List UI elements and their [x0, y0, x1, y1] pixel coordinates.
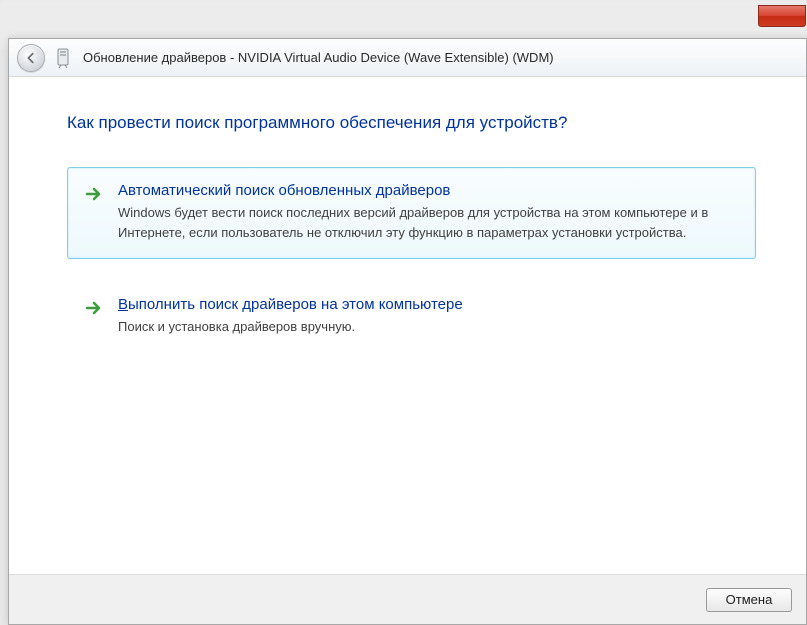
- arrow-right-icon: [84, 298, 104, 318]
- titlebar: Обновление драйверов - NVIDIA Virtual Au…: [9, 39, 806, 77]
- window-title: Обновление драйверов - NVIDIA Virtual Au…: [83, 50, 554, 65]
- wizard-content: Как провести поиск программного обеспече…: [9, 77, 806, 574]
- option-auto-search[interactable]: Автоматический поиск обновленных драйвер…: [67, 167, 756, 259]
- cancel-button[interactable]: Отмена: [706, 588, 792, 612]
- back-arrow-icon: [24, 51, 38, 65]
- page-heading: Как провести поиск программного обеспече…: [67, 113, 756, 133]
- option-manual-desc: Поиск и установка драйверов вручную.: [118, 317, 739, 337]
- arrow-right-icon: [84, 184, 104, 204]
- option-auto-desc: Windows будет вести поиск последних верс…: [118, 203, 739, 242]
- device-icon: [55, 48, 73, 68]
- option-auto-title: Автоматический поиск обновленных драйвер…: [118, 182, 739, 199]
- option-manual-title: Выполнить поиск драйверов на этом компью…: [118, 296, 739, 313]
- driver-update-wizard-window: Обновление драйверов - NVIDIA Virtual Au…: [8, 38, 807, 625]
- option-manual-search[interactable]: Выполнить поиск драйверов на этом компью…: [67, 281, 756, 354]
- window-close-button[interactable]: [758, 5, 806, 27]
- back-button[interactable]: [17, 44, 45, 72]
- wizard-footer: Отмена: [9, 574, 806, 624]
